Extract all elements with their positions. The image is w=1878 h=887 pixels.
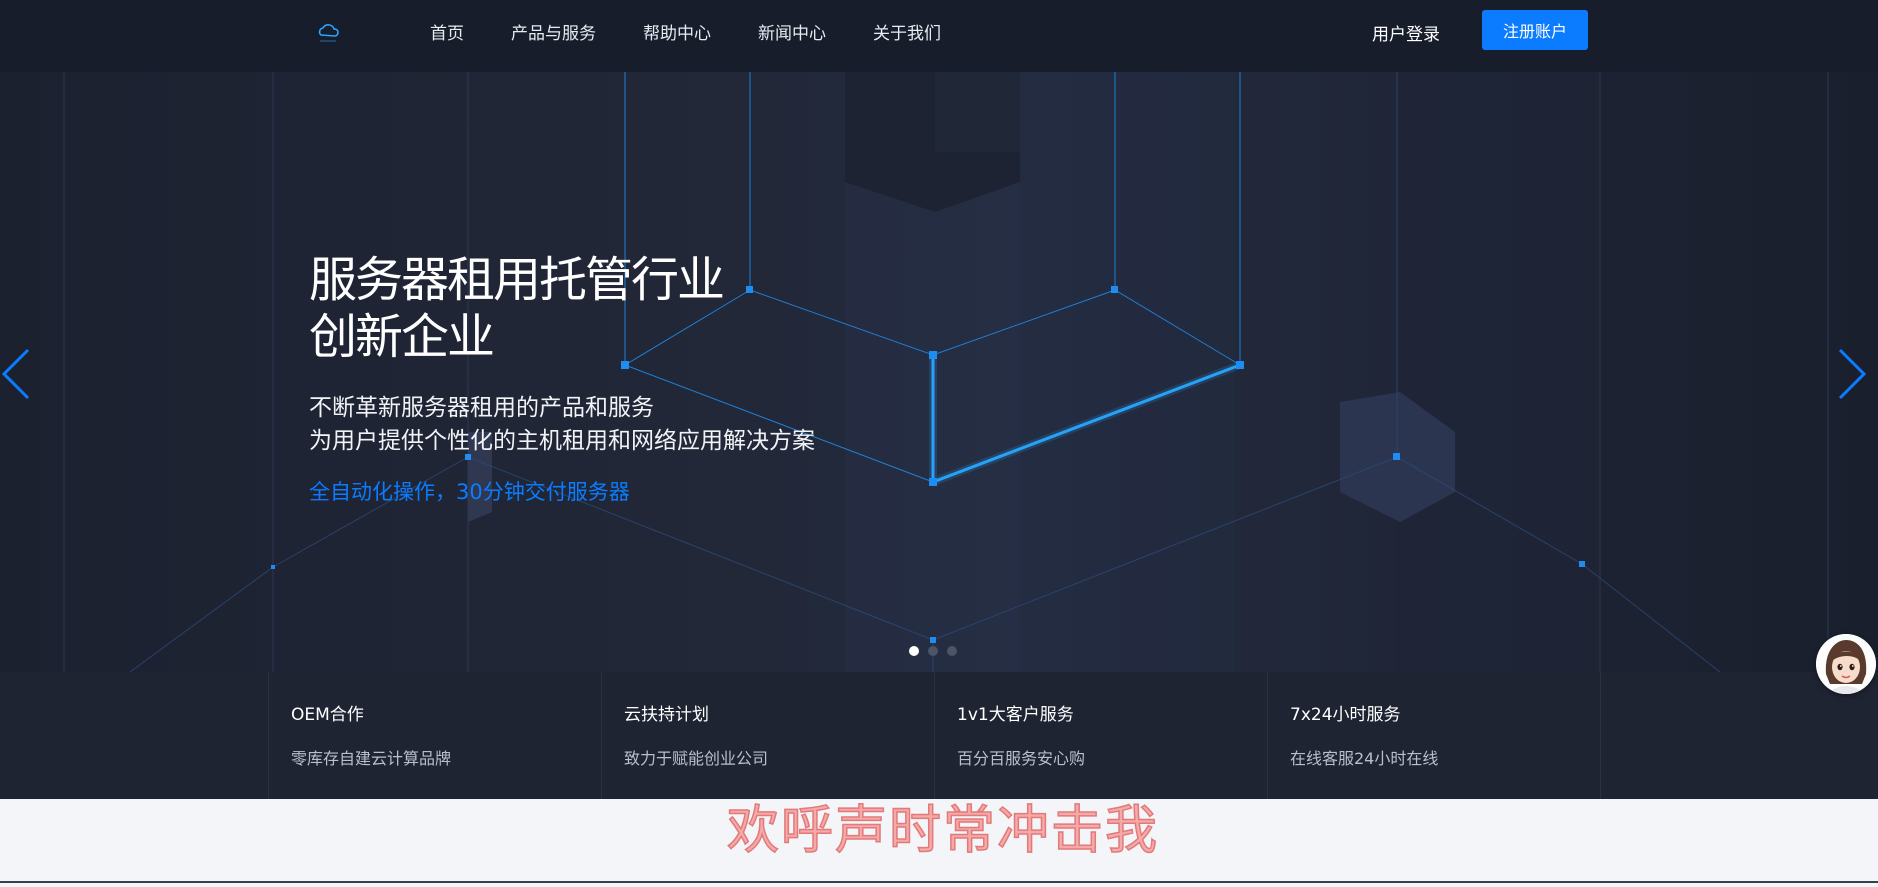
feature-card-support-plan[interactable]: 云扶持计划 致力于赋能创业公司	[601, 672, 934, 799]
hero-carousel: 服务器租用托管行业 创新企业 不断革新服务器租用的产品和服务 为用户提供个性化的…	[0, 72, 1878, 672]
feature-card-vip-service[interactable]: 1v1大客户服务 百分百服务安心购	[934, 672, 1267, 799]
nav-item-products[interactable]: 产品与服务	[511, 19, 596, 44]
feature-desc: 零库存自建云计算品牌	[291, 749, 452, 768]
hero-background-art	[63, 72, 1829, 672]
hero-title-line1: 服务器租用托管行业	[309, 252, 725, 308]
bottom-section: 欢呼声时常冲击我	[0, 799, 1878, 887]
feature-strip: OEM合作 零库存自建云计算品牌 云扶持计划 致力于赋能创业公司 1v1大客户服…	[0, 672, 1878, 799]
hero-title-line2: 创新企业	[309, 309, 495, 365]
register-button[interactable]: 注册账户	[1482, 10, 1588, 50]
carousel-pagination	[909, 646, 966, 656]
nav-item-about[interactable]: 关于我们	[873, 19, 941, 44]
feature-title: 7x24小时服务	[1290, 705, 1401, 725]
chevron-right-icon[interactable]	[1832, 346, 1868, 402]
feature-title: OEM合作	[291, 705, 364, 725]
feature-card-24h-service[interactable]: 7x24小时服务 在线客服24小时在线	[1267, 672, 1601, 799]
feature-desc: 百分百服务安心购	[957, 749, 1086, 768]
avatar-face-icon	[1816, 634, 1876, 694]
hero-title: 服务器租用托管行业 创新企业	[309, 252, 725, 366]
hero-subtitle-line2: 为用户提供个性化的主机租用和网络应用解决方案	[309, 428, 815, 454]
feature-card-oem[interactable]: OEM合作 零库存自建云计算品牌	[268, 672, 601, 799]
overlay-text: 欢呼声时常冲击我	[726, 800, 1160, 862]
nav-item-home[interactable]: 首页	[430, 19, 464, 44]
carousel-dot-1[interactable]	[909, 646, 919, 656]
customer-service-avatar[interactable]	[1816, 634, 1876, 694]
feature-desc: 在线客服24小时在线	[1290, 749, 1439, 768]
feature-title: 1v1大客户服务	[957, 705, 1074, 725]
hero-subtitle-line1: 不断革新服务器租用的产品和服务	[309, 395, 654, 421]
cloud-icon[interactable]	[314, 18, 342, 46]
hero-subtitle: 不断革新服务器租用的产品和服务 为用户提供个性化的主机租用和网络应用解决方案	[309, 392, 815, 458]
nav-item-help[interactable]: 帮助中心	[643, 19, 711, 44]
divider	[0, 881, 1878, 883]
carousel-dot-3[interactable]	[947, 646, 957, 656]
hero-accent-text: 全自动化操作，30分钟交付服务器	[309, 480, 630, 504]
main-nav: 首页 产品与服务 帮助中心 新闻中心 关于我们	[430, 0, 988, 62]
top-navbar: 首页 产品与服务 帮助中心 新闻中心 关于我们 用户登录 注册账户	[0, 0, 1878, 72]
login-link[interactable]: 用户登录	[1372, 20, 1440, 45]
chevron-left-icon[interactable]	[0, 346, 36, 402]
carousel-dot-2[interactable]	[928, 646, 938, 656]
feature-desc: 致力于赋能创业公司	[624, 749, 769, 768]
feature-title: 云扶持计划	[624, 705, 709, 725]
nav-item-news[interactable]: 新闻中心	[758, 19, 826, 44]
